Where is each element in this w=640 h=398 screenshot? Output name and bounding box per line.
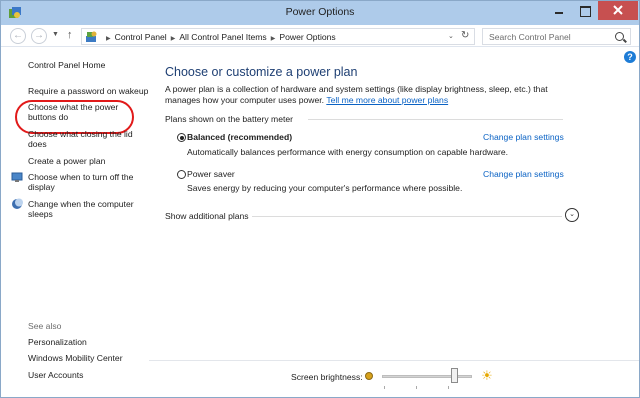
intro-paragraph: A power plan is a collection of hardware… (165, 84, 585, 105)
sun-dim-icon (365, 372, 373, 380)
sidebar: Control Panel Home Require a password on… (1, 48, 149, 398)
sidebar-power-buttons[interactable]: Choose what the power buttons do (28, 102, 128, 122)
brightness-bar: Screen brightness: ☀ (1, 361, 639, 398)
sidebar-computer-sleeps[interactable]: Change when the computer sleeps (28, 199, 140, 219)
breadcrumb-chevron-icon[interactable]: ▶ (106, 36, 111, 42)
display-icon (11, 172, 23, 182)
brightness-slider[interactable] (382, 375, 472, 378)
close-button[interactable] (598, 1, 638, 20)
slider-tick (448, 386, 449, 389)
recent-locations-dropdown[interactable]: ▼ (52, 31, 59, 38)
close-icon (613, 5, 623, 15)
power-plans-help-link[interactable]: Tell me more about power plans (326, 95, 448, 105)
search-icon[interactable] (615, 32, 624, 41)
balanced-plan-description: Automatically balances performance with … (187, 147, 509, 157)
address-dropdown-icon[interactable]: ⌄ (448, 32, 454, 40)
back-arrow-icon: ← (13, 30, 23, 41)
power-saver-plan-name[interactable]: Power saver (187, 169, 235, 179)
sun-bright-icon: ☀ (481, 368, 493, 383)
sleep-moon-icon (12, 198, 23, 209)
sidebar-create-plan[interactable]: Create a power plan (28, 156, 105, 166)
sidebar-closing-lid[interactable]: Choose what closing the lid does (28, 129, 138, 149)
expand-chevron-icon[interactable]: ⌄ (565, 208, 579, 222)
brightness-label: Screen brightness: (291, 372, 363, 382)
title-bar[interactable]: Power Options (1, 1, 639, 25)
power-saver-plan-description: Saves energy by reducing your computer's… (187, 183, 463, 193)
refresh-icon[interactable]: ↻ (461, 30, 469, 41)
show-additional-plans[interactable]: Show additional plans (165, 211, 249, 221)
breadcrumb-chevron-icon[interactable]: ▶ (271, 36, 276, 42)
sidebar-turn-off-display[interactable]: Choose when to turn off the display (28, 172, 140, 192)
address-box[interactable]: ▶ Control Panel ▶ All Control Panel Items ▶ P… (81, 28, 475, 45)
maximize-button[interactable] (572, 1, 598, 20)
breadcrumb-chevron-icon[interactable]: ▶ (171, 36, 176, 42)
breadcrumb-all-items[interactable]: All Control Panel Items (179, 32, 266, 42)
balanced-plan-name[interactable]: Balanced (recommended) (187, 132, 292, 142)
navigation-bar: ← → ▼ ↑ ▶ Control Panel ▶ All Control Panel… (1, 25, 639, 47)
search-input[interactable]: Search Control Panel (482, 28, 631, 45)
slider-tick (384, 386, 385, 389)
group-divider (308, 119, 563, 120)
power-saver-change-settings-link[interactable]: Change plan settings (483, 169, 564, 179)
brightness-slider-thumb[interactable] (450, 368, 458, 383)
back-button[interactable]: ← (10, 28, 26, 44)
help-icon[interactable]: ? (624, 51, 636, 63)
up-arrow-icon: ↑ (67, 29, 73, 41)
see-also-personalization[interactable]: Personalization (28, 337, 87, 347)
breadcrumb-control-panel[interactable]: Control Panel (115, 32, 167, 42)
balanced-change-settings-link[interactable]: Change plan settings (483, 132, 564, 142)
see-also-heading: See also (28, 321, 62, 331)
slider-tick (416, 386, 417, 389)
sidebar-control-panel-home[interactable]: Control Panel Home (28, 60, 105, 70)
up-button[interactable]: ↑ (67, 29, 73, 41)
minimize-button[interactable] (546, 1, 572, 20)
forward-button[interactable]: → (31, 28, 47, 44)
show-plans-divider (252, 216, 562, 217)
search-placeholder: Search Control Panel (489, 32, 571, 42)
power-options-window: Power Options ← → ▼ ↑ ▶ Control Panel ▶ All… (0, 0, 640, 398)
window-title: Power Options (285, 6, 355, 18)
breadcrumb-power-options[interactable]: Power Options (279, 32, 335, 42)
breadcrumb: ▶ Control Panel ▶ All Control Panel Items ▶ P… (102, 32, 336, 42)
plans-group-label: Plans shown on the battery meter (165, 114, 294, 124)
balanced-plan-radio[interactable] (177, 133, 186, 142)
control-panel-icon (86, 31, 97, 42)
power-saver-plan-radio[interactable] (177, 170, 186, 179)
forward-arrow-icon: → (34, 30, 44, 41)
page-title: Choose or customize a power plan (165, 65, 358, 79)
sidebar-require-password[interactable]: Require a password on wakeup (28, 86, 148, 96)
